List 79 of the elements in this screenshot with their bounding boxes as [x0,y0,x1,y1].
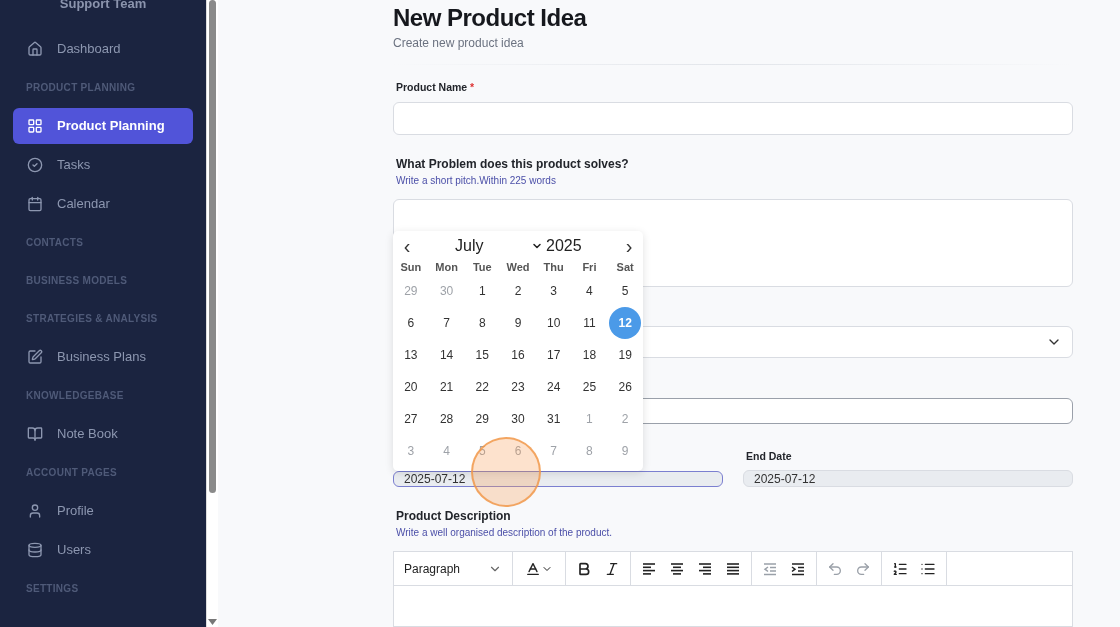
end-date-field[interactable]: 2025-07-12 [743,470,1073,487]
calendar-day[interactable]: 7 [430,307,463,339]
calendar-day[interactable]: 1 [466,275,499,307]
sidebar-section-heading: ACCOUNT PAGES [25,465,118,480]
calendar-day[interactable]: 29 [466,403,499,435]
calendar-day[interactable]: 30 [502,403,534,435]
calendar-day[interactable]: 25 [573,371,606,403]
nav-icon [27,348,43,365]
calendar-day[interactable]: 6 [394,307,427,339]
field-label: End Date [745,450,793,462]
field-label: Product Name * [395,81,476,93]
sidebar-item[interactable]: Users [13,531,193,568]
start-date-field[interactable]: 2025-07-12 [393,471,723,487]
block-format-dropdown[interactable]: Paragraph [400,552,506,585]
sidebar-item[interactable]: Profile [13,492,193,529]
calendar-day[interactable]: 15 [466,339,499,371]
calendar-day[interactable]: 23 [502,371,534,403]
month-dropdown[interactable]: July [455,237,543,255]
sidebar-item[interactable]: Dashboard [13,30,193,67]
product-name-field[interactable] [393,102,1073,135]
calendar-day[interactable]: 28 [430,403,463,435]
calendar-day[interactable]: 19 [609,339,642,371]
weekday-label: Mon [434,261,459,275]
nav-icon [27,195,43,212]
sidebar-section-heading: STRATEGIES & ANALYSIS [25,311,159,326]
calendar-day[interactable]: 13 [394,339,427,371]
weekday-label: Fri [581,261,598,275]
field-label: What Problem does this product solves? [395,157,630,171]
year-field[interactable]: 2025 [546,237,619,255]
field-hint: Write a well organised description of the product. [395,527,614,538]
sidebar-item[interactable]: Business Plans [13,338,193,375]
weekday-label: Sat [615,261,635,275]
field-label: Product Description [395,509,512,523]
scroll-down-icon[interactable] [208,619,217,625]
page-title: New Product Idea [393,4,588,32]
calendar-day[interactable]: 18 [573,339,606,371]
nav-icon [27,425,43,442]
calendar-day[interactable]: 17 [537,339,570,371]
calendar-day[interactable]: 2 [502,275,534,307]
calendar-day[interactable]: 4 [573,275,606,307]
scrollbar[interactable] [206,0,218,627]
weekday-label: Wed [505,261,531,275]
sidebar-section-heading: BUSINESS MODELS [25,273,129,288]
nav-icon [27,156,43,173]
field-hint: Write a short pitch.Within 225 words [395,175,557,186]
next-month-button[interactable]: › [619,234,639,258]
calendar-day[interactable]: 27 [394,403,427,435]
weekday-label: Tue [471,261,493,275]
sidebar-section-heading: SETTINGS [25,581,80,596]
calendar-day[interactable]: 26 [609,371,642,403]
nav-icon [27,541,43,558]
sidebar-section-heading: PRODUCT PLANNING [25,80,137,95]
sidebar-section-heading: CONTACTS [25,235,85,250]
previous-month-button[interactable]: ‹ [397,234,417,258]
calendar-day[interactable]: 3 [537,275,570,307]
calendar-day[interactable]: 24 [537,371,570,403]
calendar-day[interactable]: 8 [466,307,499,339]
calendar-day[interactable]: 21 [430,371,463,403]
page-subtitle: Create new product idea [393,36,525,50]
calendar-day[interactable]: 5 [609,275,642,307]
calendar-day[interactable]: 10 [537,307,570,339]
calendar-day[interactable]: 9 [502,307,534,339]
weekday-label: Sun [399,261,423,275]
sidebar-item[interactable]: Tasks [13,146,193,183]
sidebar-item[interactable]: Note Book [13,415,193,452]
calendar-day[interactable]: 11 [573,307,606,339]
nav-icon [27,502,43,519]
nav-icon [27,117,43,134]
calendar-day[interactable]: 31 [537,403,570,435]
calendar-day[interactable]: 20 [394,371,427,403]
sidebar-section-heading: KNOWLEDGEBASE [25,388,125,403]
calendar-day[interactable]: 16 [502,339,534,371]
calendar-day[interactable]: 14 [430,339,463,371]
nav-icon [27,40,43,57]
sidebar-item[interactable]: Product Planning [13,107,193,144]
weekday-label: Thu [542,261,565,275]
sidebar-item[interactable]: Calendar [13,185,193,222]
required-mark: * [470,81,475,93]
calendar-day[interactable]: 22 [466,371,499,403]
